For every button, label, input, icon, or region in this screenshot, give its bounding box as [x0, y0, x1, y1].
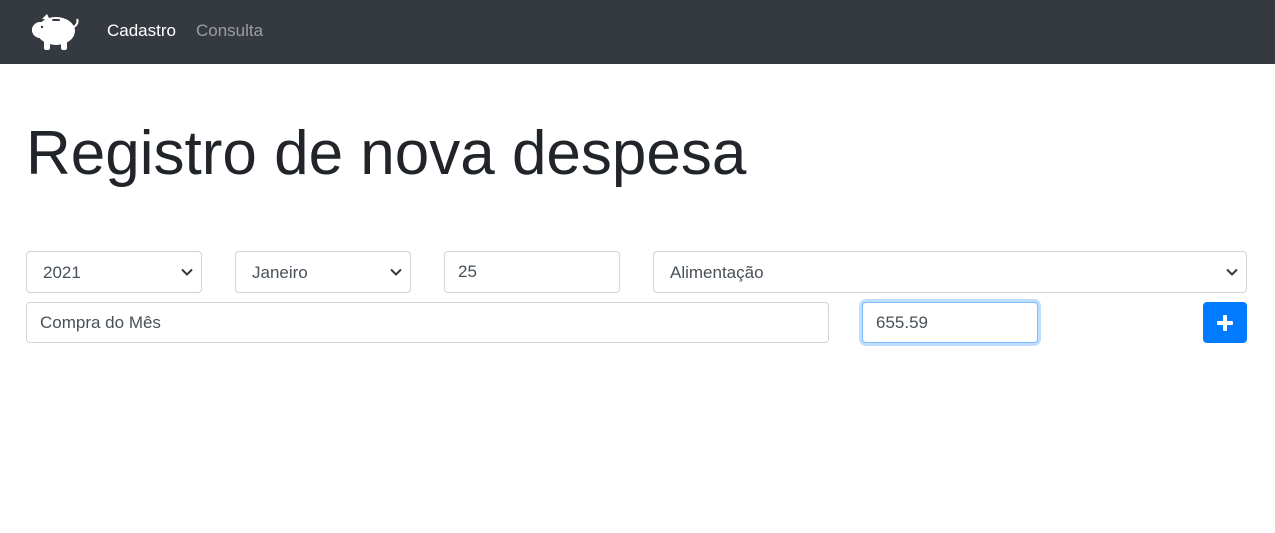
piggy-bank-icon[interactable]: [30, 10, 80, 52]
add-expense-button[interactable]: [1203, 302, 1247, 343]
day-input[interactable]: [444, 251, 620, 293]
nav-link-consulta[interactable]: Consulta: [196, 21, 263, 41]
type-select[interactable]: Alimentação: [653, 251, 1247, 293]
nav-link-cadastro[interactable]: Cadastro: [107, 21, 176, 41]
plus-icon: [1217, 314, 1233, 331]
value-input[interactable]: [862, 302, 1038, 343]
description-input[interactable]: [26, 302, 829, 343]
year-select[interactable]: 2021: [26, 251, 202, 293]
top-navbar: Cadastro Consulta: [0, 0, 1275, 64]
month-select[interactable]: Janeiro: [235, 251, 411, 293]
page-title: Registro de nova despesa: [26, 119, 747, 188]
